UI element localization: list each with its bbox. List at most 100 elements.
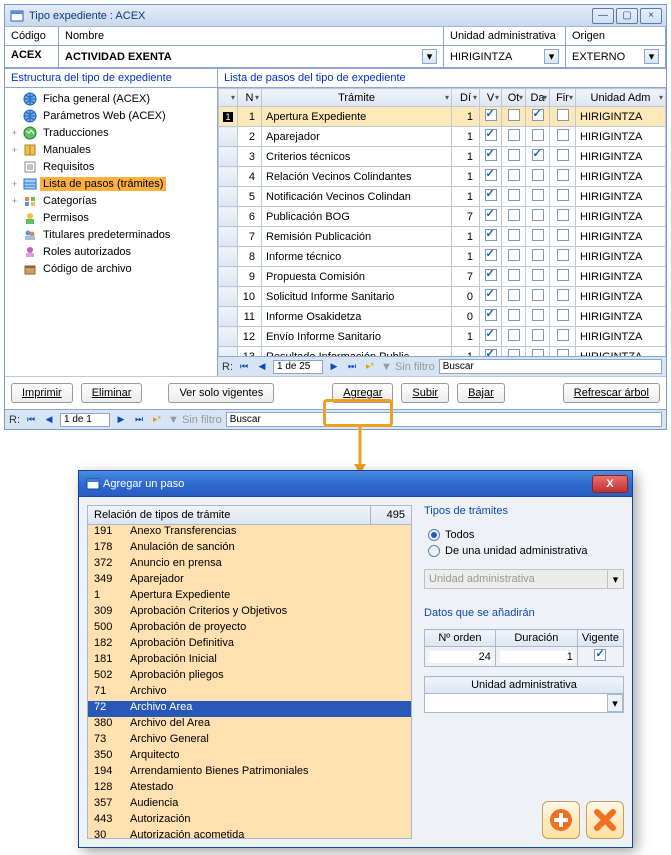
orden-input[interactable] <box>429 651 491 663</box>
vigente-checkbox[interactable] <box>594 649 606 661</box>
grid-row[interactable]: 11Informe Osakidetza0HIRIGINTZA <box>219 307 666 327</box>
nav-last-icon[interactable]: ⏭ <box>345 360 359 374</box>
chevron-down-icon[interactable]: ▾ <box>422 49 437 64</box>
nav-position-input[interactable] <box>273 360 323 374</box>
radio-todos[interactable]: Todos <box>424 527 624 543</box>
tree-node[interactable]: +Lista de pasos (trámites) <box>5 175 217 192</box>
combo-origen[interactable]: EXTERNO ▾ <box>566 46 666 67</box>
nav-last-icon[interactable]: ⏭ <box>132 413 146 427</box>
unidad-input[interactable] <box>425 694 607 712</box>
grid-row[interactable]: 9Propuesta Comisión7HIRIGINTZA <box>219 267 666 287</box>
chevron-down-icon[interactable]: ▾ <box>644 49 659 64</box>
tree-node[interactable]: Roles autorizados <box>5 243 217 260</box>
grid-header[interactable]: N▾ <box>238 89 262 107</box>
tree-node[interactable]: +Manuales <box>5 141 217 158</box>
down-button[interactable]: Bajar <box>457 383 505 403</box>
tree-node[interactable]: Ficha general (ACEX) <box>5 90 217 107</box>
nav-next-icon[interactable]: ▶ <box>114 413 128 427</box>
add-button[interactable]: Agregar <box>332 383 393 403</box>
grid-row[interactable]: 13Resultado Información Public1HIRIGINTZ… <box>219 347 666 357</box>
list-item[interactable]: 30Autorización acometida <box>88 829 411 839</box>
list-item[interactable]: 1Apertura Expediente <box>88 589 411 605</box>
tree-node[interactable]: +Traducciones <box>5 124 217 141</box>
grid-row[interactable]: 11Apertura Expediente1HIRIGINTZA <box>219 107 666 127</box>
print-button[interactable]: Imprimir <box>11 383 73 403</box>
list-item[interactable]: 502Aprobación pliegos <box>88 669 411 685</box>
grid-search-input[interactable] <box>439 359 662 374</box>
chevron-down-icon[interactable]: ▾ <box>544 49 559 64</box>
grid-row[interactable]: 8Informe técnico1HIRIGINTZA <box>219 247 666 267</box>
refresh-button[interactable]: Refrescar árbol <box>563 383 660 403</box>
confirm-add-button[interactable] <box>542 801 580 839</box>
chevron-down-icon[interactable]: ▾ <box>607 694 623 712</box>
tramite-list[interactable]: 191Anexo Transferencias178Anulación de s… <box>87 525 412 839</box>
bottom-search-input[interactable] <box>226 412 662 427</box>
list-item[interactable]: 181Aprobación Inicial <box>88 653 411 669</box>
list-item[interactable]: 443Autorización <box>88 813 411 829</box>
grid-header[interactable]: V▾ <box>480 89 502 107</box>
vigentes-button[interactable]: Ver solo vigentes <box>168 383 274 403</box>
radio-unidad[interactable]: De una unidad administrativa <box>424 543 624 559</box>
steps-grid[interactable]: ▾N▾Trámite▾Dí▾V▾Ot▾Da▾Fir▾Unidad Adm▾11A… <box>218 88 666 356</box>
list-item[interactable]: 178Anulación de sanción <box>88 541 411 557</box>
grid-header[interactable]: Ot▾ <box>502 89 526 107</box>
list-item[interactable]: 194Arrendamiento Bienes Patrimoniales <box>88 765 411 781</box>
list-item[interactable]: 128Atestado <box>88 781 411 797</box>
duracion-input[interactable] <box>500 651 573 663</box>
expand-icon[interactable]: + <box>9 179 20 189</box>
nav-next-icon[interactable]: ▶ <box>327 360 341 374</box>
grid-header[interactable]: Dí▾ <box>452 89 480 107</box>
list-item[interactable]: 73Archivo General <box>88 733 411 749</box>
cancel-button[interactable] <box>586 801 624 839</box>
grid-header[interactable]: Unidad Adm▾ <box>576 89 666 107</box>
up-button[interactable]: Subir <box>401 383 449 403</box>
list-item[interactable]: 500Aprobación de proyecto <box>88 621 411 637</box>
nav-first-icon[interactable]: ⏮ <box>24 413 38 427</box>
tree-node[interactable]: +Categorías <box>5 192 217 209</box>
list-item[interactable]: 71Archivo <box>88 685 411 701</box>
nav-prev-icon[interactable]: ◀ <box>255 360 269 374</box>
tree-node[interactable]: Requisitos <box>5 158 217 175</box>
nav-new-icon[interactable]: ▸* <box>150 413 164 427</box>
filter-icon[interactable]: ▼ Sin filtro <box>381 361 435 373</box>
list-item[interactable]: 372Anuncio en prensa <box>88 557 411 573</box>
grid-header[interactable]: Trámite▾ <box>262 89 452 107</box>
tree-node[interactable]: Titulares predeterminados <box>5 226 217 243</box>
expand-icon[interactable]: + <box>9 128 20 138</box>
grid-row[interactable]: 6Publicación BOG7HIRIGINTZA <box>219 207 666 227</box>
list-item[interactable]: 350Arquitecto <box>88 749 411 765</box>
grid-row[interactable]: 4Relación Vecinos Colindantes1HIRIGINTZA <box>219 167 666 187</box>
grid-header[interactable]: ▾ <box>219 89 238 107</box>
expand-icon[interactable]: + <box>9 196 20 206</box>
expand-icon[interactable]: + <box>9 145 20 155</box>
filter-icon[interactable]: ▼ Sin filtro <box>168 414 222 426</box>
nav-new-icon[interactable]: ▸* <box>363 360 377 374</box>
list-item[interactable]: 380Archivo del Area <box>88 717 411 733</box>
list-item[interactable]: 72Archivo Area <box>88 701 411 717</box>
grid-row[interactable]: 7Remisión Publicación1HIRIGINTZA <box>219 227 666 247</box>
tree-node[interactable]: Permisos <box>5 209 217 226</box>
grid-header[interactable]: Fir▾ <box>550 89 576 107</box>
combo-nombre[interactable]: ACTIVIDAD EXENTA ▾ <box>59 46 444 67</box>
dialog-close-button[interactable]: X <box>592 475 628 493</box>
restore-button[interactable]: ▢ <box>616 8 638 24</box>
list-item[interactable]: 182Aprobación Definitiva <box>88 637 411 653</box>
list-item[interactable]: 191Anexo Transferencias <box>88 525 411 541</box>
list-item[interactable]: 349Aparejador <box>88 573 411 589</box>
list-item[interactable]: 357Audiencia <box>88 797 411 813</box>
minimize-button[interactable]: — <box>592 8 614 24</box>
nav-position-input[interactable] <box>60 413 110 427</box>
grid-row[interactable]: 2Aparejador1HIRIGINTZA <box>219 127 666 147</box>
grid-row[interactable]: 12Envío Informe Sanitario1HIRIGINTZA <box>219 327 666 347</box>
nav-first-icon[interactable]: ⏮ <box>237 360 251 374</box>
grid-row[interactable]: 5Notificación Vecinos Colindan1HIRIGINTZ… <box>219 187 666 207</box>
combo-unidad[interactable]: HIRIGINTZA ▾ <box>444 46 566 67</box>
tree-node[interactable]: Código de archivo <box>5 260 217 277</box>
tree-node[interactable]: Parámetros Web (ACEX) <box>5 107 217 124</box>
grid-row[interactable]: 10Solicitud Informe Sanitario0HIRIGINTZA <box>219 287 666 307</box>
close-button[interactable]: × <box>640 8 662 24</box>
delete-button[interactable]: Eliminar <box>81 383 143 403</box>
nav-prev-icon[interactable]: ◀ <box>42 413 56 427</box>
grid-header[interactable]: Da▾ <box>526 89 550 107</box>
grid-row[interactable]: 3Criterios técnicos1HIRIGINTZA <box>219 147 666 167</box>
